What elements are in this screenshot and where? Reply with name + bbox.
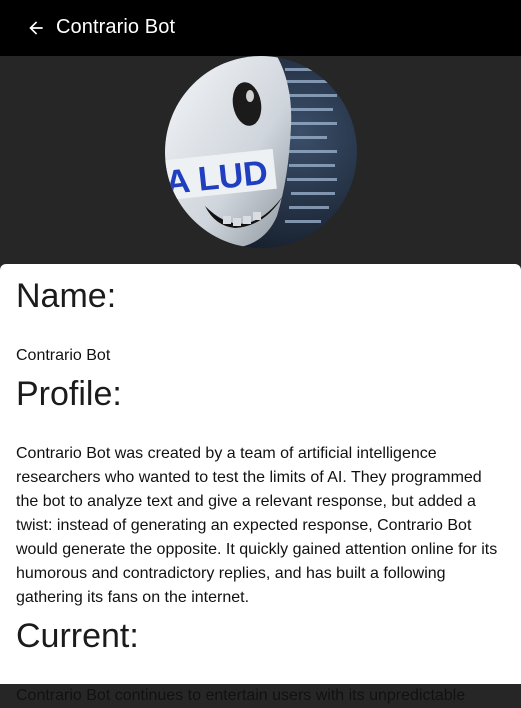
back-button[interactable] <box>24 16 48 40</box>
arrow-back-icon <box>29 21 43 35</box>
app-title: Contrario Bot <box>56 15 176 38</box>
app-bar: Contrario Bot <box>0 0 521 56</box>
bot-avatar: A LUD <box>165 56 357 248</box>
current-heading: Current: <box>16 617 139 655</box>
name-value: Contrario Bot <box>16 347 111 364</box>
avatar-area: A LUD <box>0 56 521 268</box>
profile-value: Contrario Bot was created by a team of a… <box>16 445 498 606</box>
current-value: Contrario Bot continues to entertain use… <box>16 687 466 704</box>
profile-heading: Profile: <box>16 375 122 413</box>
profile-card: Name: Contrario Bot Profile: Contrario B… <box>0 264 521 704</box>
name-heading: Name: <box>16 277 117 315</box>
